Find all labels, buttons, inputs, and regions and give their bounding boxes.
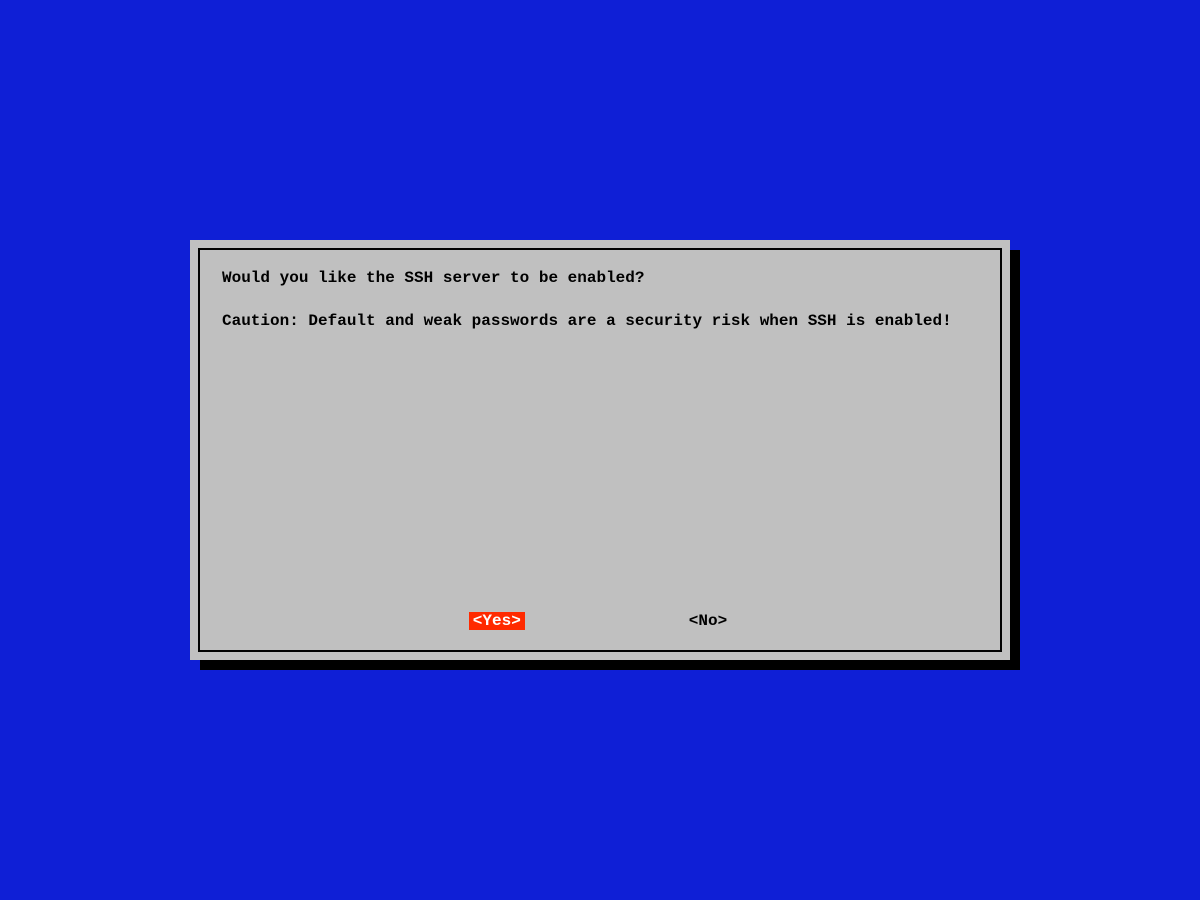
- yes-button[interactable]: <Yes>: [469, 612, 525, 630]
- dialog-box: Would you like the SSH server to be enab…: [190, 240, 1010, 660]
- dialog-question: Would you like the SSH server to be enab…: [222, 269, 644, 287]
- dialog-frame: Would you like the SSH server to be enab…: [198, 248, 1002, 652]
- dialog-caution: Caution: Default and weak passwords are …: [222, 312, 952, 330]
- dialog-message: Would you like the SSH server to be enab…: [222, 268, 978, 602]
- no-button[interactable]: <No>: [685, 612, 731, 630]
- dialog-button-row: <Yes> <No>: [222, 602, 978, 636]
- dialog-shadow: Would you like the SSH server to be enab…: [190, 240, 1010, 660]
